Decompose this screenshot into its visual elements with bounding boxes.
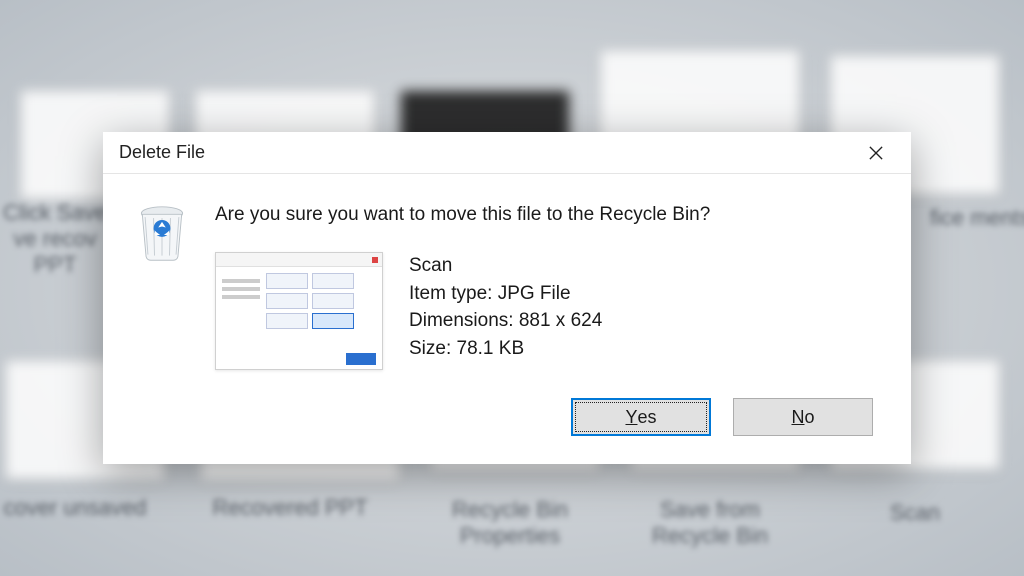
file-size: Size: 78.1 KB <box>409 335 602 363</box>
prompt-text: Are you sure you want to move this file … <box>215 204 877 226</box>
recycle-bin-icon <box>135 204 189 264</box>
yes-button[interactable]: Yes <box>571 398 711 436</box>
yes-accel: Y <box>625 407 637 428</box>
button-row: Yes No <box>103 398 911 464</box>
dialog-title: Delete File <box>119 142 853 163</box>
bg-label: Scan <box>850 500 980 526</box>
bg-label: Click Save ve recov PPT <box>0 200 120 278</box>
bg-label: Recovered PPT <box>200 495 380 521</box>
file-type: Item type: JPG File <box>409 280 602 308</box>
dialog-content: Are you sure you want to move this file … <box>103 174 911 398</box>
close-icon <box>869 146 883 160</box>
bg-label: fice ments <box>920 205 1024 231</box>
bg-label: cover unsaved <box>0 495 160 521</box>
titlebar[interactable]: Delete File <box>103 132 911 174</box>
file-row: Scan Item type: JPG File Dimensions: 881… <box>215 252 877 370</box>
file-name: Scan <box>409 252 602 280</box>
file-metadata: Scan Item type: JPG File Dimensions: 881… <box>409 252 602 362</box>
bg-label: Save from Recycle Bin <box>620 497 800 549</box>
no-rest: o <box>804 407 814 428</box>
no-button[interactable]: No <box>733 398 873 436</box>
icon-column <box>135 204 193 380</box>
close-button[interactable] <box>853 132 899 174</box>
body-column: Are you sure you want to move this file … <box>215 204 877 380</box>
delete-file-dialog: Delete File Are you sure you want to mov… <box>103 132 911 464</box>
file-thumbnail <box>215 252 383 370</box>
bg-label: Recycle Bin Properties <box>420 497 600 549</box>
file-dimensions: Dimensions: 881 x 624 <box>409 307 602 335</box>
yes-rest: es <box>638 407 657 428</box>
no-accel: N <box>791 407 804 428</box>
